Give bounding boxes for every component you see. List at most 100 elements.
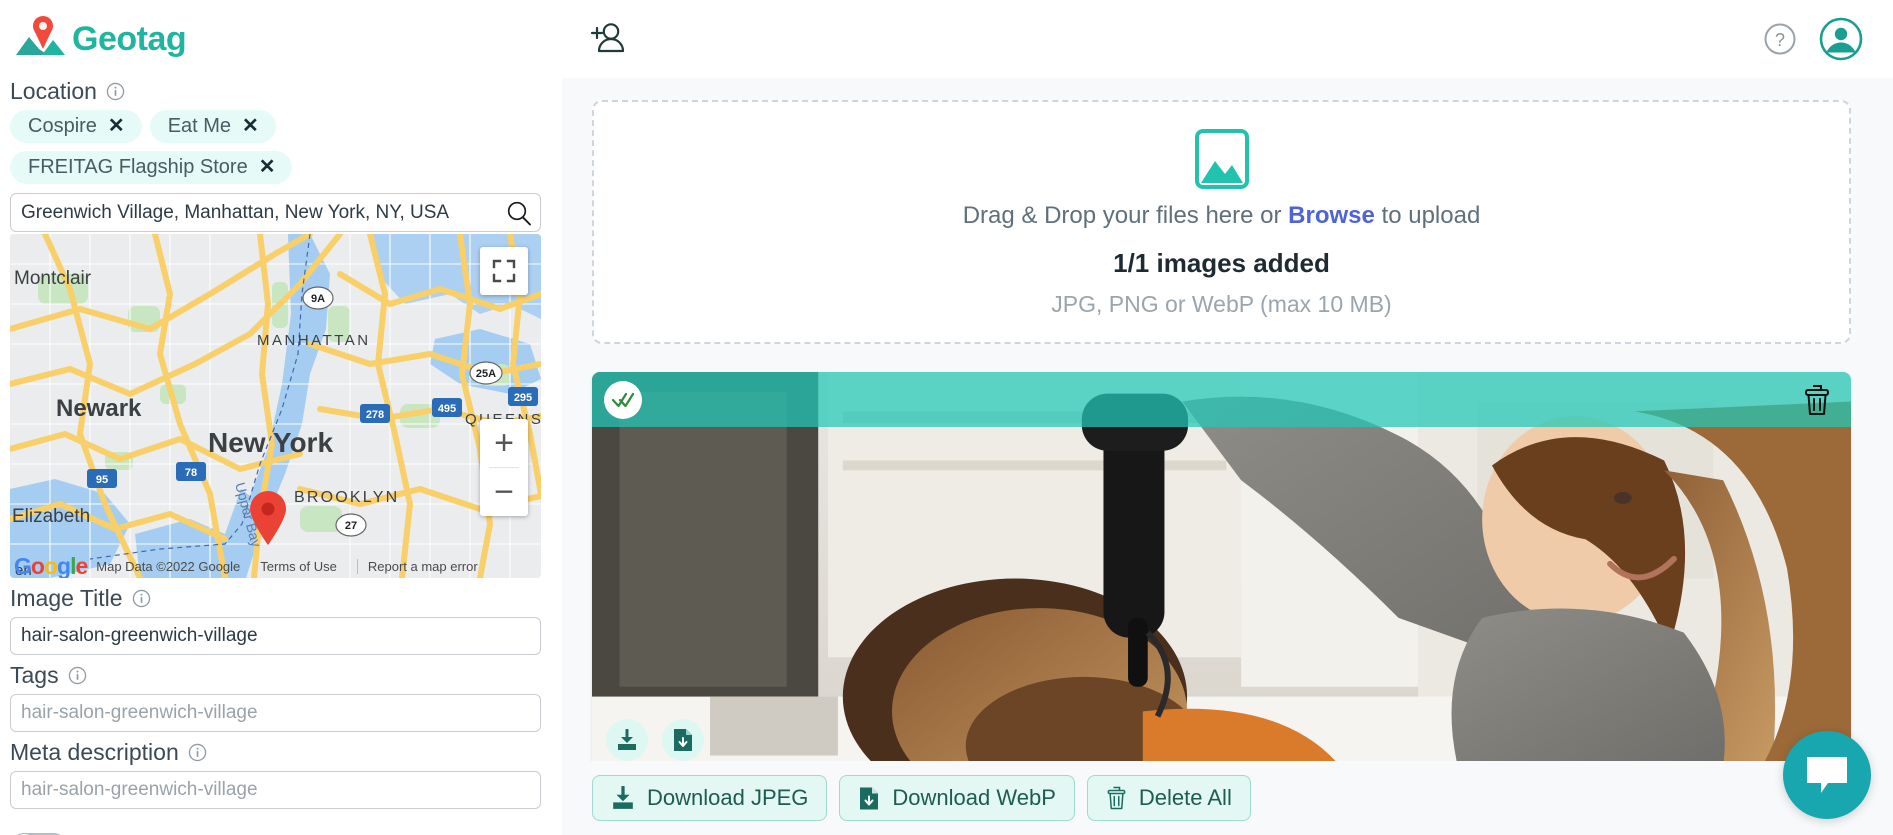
meta-description-label: Meta description: [10, 739, 179, 766]
download-icon: [616, 729, 638, 751]
image-select-toggle[interactable]: [604, 381, 642, 419]
image-title-label-row: Image Title: [10, 585, 562, 612]
svg-text:MANHATTAN: MANHATTAN: [257, 332, 371, 349]
svg-text:78: 78: [185, 467, 197, 479]
image-title-label: Image Title: [10, 585, 123, 612]
trash-icon: [1803, 384, 1831, 416]
map-data-text: Map Data ©2022 Google: [96, 559, 240, 574]
meta-description-input[interactable]: [10, 771, 541, 809]
delete-image-button[interactable]: [1803, 384, 1831, 416]
download-webp-button[interactable]: [662, 719, 704, 761]
sidebar: Geotag Location Cospire ✕ Eat Me ✕ FREIT…: [0, 0, 562, 835]
download-webp-button[interactable]: Download WebP: [839, 775, 1074, 821]
svg-text:9A: 9A: [311, 293, 325, 305]
add-user-button[interactable]: [590, 22, 626, 56]
svg-text:295: 295: [514, 392, 532, 404]
svg-text:Newark: Newark: [56, 395, 142, 422]
download-jpeg-label: Download JPEG: [647, 785, 808, 811]
tags-block: Tags: [10, 662, 562, 732]
location-chip-list: Cospire ✕ Eat Me ✕ FREITAG Flagship Stor…: [10, 110, 562, 184]
chat-bubble-icon: [1804, 754, 1850, 796]
meta-description-label-row: Meta description: [10, 739, 562, 766]
location-label: Location: [10, 78, 97, 105]
account-button[interactable]: [1819, 17, 1863, 61]
location-search-wrap: [10, 193, 541, 232]
tags-input[interactable]: [10, 694, 541, 732]
dropzone-prompt-suffix: to upload: [1375, 202, 1480, 229]
file-download-icon: [672, 728, 694, 752]
bottom-action-bar: Download JPEG Download WebP Delete All: [562, 761, 1893, 835]
account-avatar-icon: [1819, 17, 1863, 61]
chip-label: FREITAG Flagship Store: [28, 157, 248, 177]
map-marker-icon: [247, 490, 289, 546]
svg-text:27: 27: [345, 520, 357, 532]
map-report-link[interactable]: Report a map error: [357, 559, 478, 574]
trash-icon: [1106, 786, 1127, 810]
info-icon[interactable]: [106, 82, 125, 101]
close-icon[interactable]: ✕: [108, 116, 125, 136]
chip-label: Cospire: [28, 116, 97, 136]
dropzone-prompt: Drag & Drop your files here or Browse to…: [594, 202, 1849, 230]
chip-label: Eat Me: [168, 116, 231, 136]
topbar: ?: [562, 0, 1893, 78]
brand-logo-area[interactable]: Geotag: [10, 0, 562, 78]
help-button[interactable]: ?: [1763, 22, 1797, 56]
svg-text:?: ?: [1775, 30, 1785, 50]
location-chip[interactable]: Cospire ✕: [10, 110, 142, 143]
map-zoom-in-button[interactable]: +: [480, 419, 528, 467]
location-map[interactable]: 9A 25A 295 495 278 95 78 27: [10, 234, 541, 578]
map-pin-logo-icon: [12, 15, 68, 63]
dropzone-prompt-prefix: Drag & Drop your files here or: [963, 202, 1288, 229]
download-jpeg-button[interactable]: Download JPEG: [592, 775, 827, 821]
map-fullscreen-button[interactable]: [480, 247, 528, 295]
map-zoom-out-button[interactable]: −: [480, 468, 528, 516]
svg-text:495: 495: [438, 403, 456, 415]
app-root: Geotag Location Cospire ✕ Eat Me ✕ FREIT…: [0, 0, 1893, 835]
download-icon: [611, 786, 635, 810]
double-check-icon: [612, 391, 634, 409]
location-search-input[interactable]: [10, 193, 541, 232]
fullscreen-icon: [492, 259, 516, 283]
meta-description-block: Meta description: [10, 739, 562, 809]
tags-label-row: Tags: [10, 662, 562, 689]
location-chip[interactable]: FREITAG Flagship Store ✕: [10, 151, 292, 184]
svg-text:25A: 25A: [476, 368, 496, 380]
delete-all-label: Delete All: [1139, 785, 1232, 811]
image-card-overlay: [592, 372, 1851, 427]
google-logo: Google: [14, 553, 87, 579]
file-download-icon: [858, 786, 880, 811]
svg-text:BROOKLYN: BROOKLYN: [294, 489, 399, 506]
svg-text:Montclair: Montclair: [14, 268, 92, 289]
svg-text:Elizabeth: Elizabeth: [12, 506, 90, 527]
main-panel: ? Drag & Drop your files here or Browse …: [562, 0, 1893, 835]
image-title-block: Image Title: [10, 585, 562, 655]
info-icon[interactable]: [68, 666, 87, 685]
browse-link[interactable]: Browse: [1288, 202, 1375, 229]
accepted-formats-hint: JPG, PNG or WebP (max 10 MB): [594, 291, 1849, 318]
map-attribution: Google Map Data ©2022 Google Terms of Us…: [10, 554, 541, 578]
image-title-input[interactable]: [10, 617, 541, 655]
uploaded-image-card[interactable]: [592, 372, 1851, 761]
delete-all-button[interactable]: Delete All: [1087, 775, 1251, 821]
help-circle-icon: ?: [1763, 22, 1797, 56]
info-icon[interactable]: [132, 589, 151, 608]
location-chip[interactable]: Eat Me ✕: [150, 110, 276, 143]
main-content: Drag & Drop your files here or Browse to…: [562, 78, 1893, 761]
svg-text:95: 95: [96, 474, 108, 486]
search-icon[interactable]: [505, 199, 533, 227]
images-added-count: 1/1 images added: [594, 248, 1849, 279]
tags-label: Tags: [10, 662, 59, 689]
close-icon[interactable]: ✕: [242, 116, 259, 136]
upload-dropzone[interactable]: Drag & Drop your files here or Browse to…: [592, 100, 1851, 344]
location-label-row: Location: [10, 78, 562, 105]
close-icon[interactable]: ✕: [259, 157, 276, 177]
svg-text:New York: New York: [208, 427, 333, 458]
info-icon[interactable]: [188, 743, 207, 762]
image-card-actions: [606, 719, 704, 761]
add-user-icon: [590, 22, 626, 56]
download-webp-label: Download WebP: [892, 785, 1055, 811]
download-image-button[interactable]: [606, 719, 648, 761]
map-terms-link[interactable]: Terms of Use: [260, 559, 337, 574]
chat-widget-button[interactable]: [1783, 731, 1871, 819]
uploaded-image-preview: [592, 372, 1851, 761]
